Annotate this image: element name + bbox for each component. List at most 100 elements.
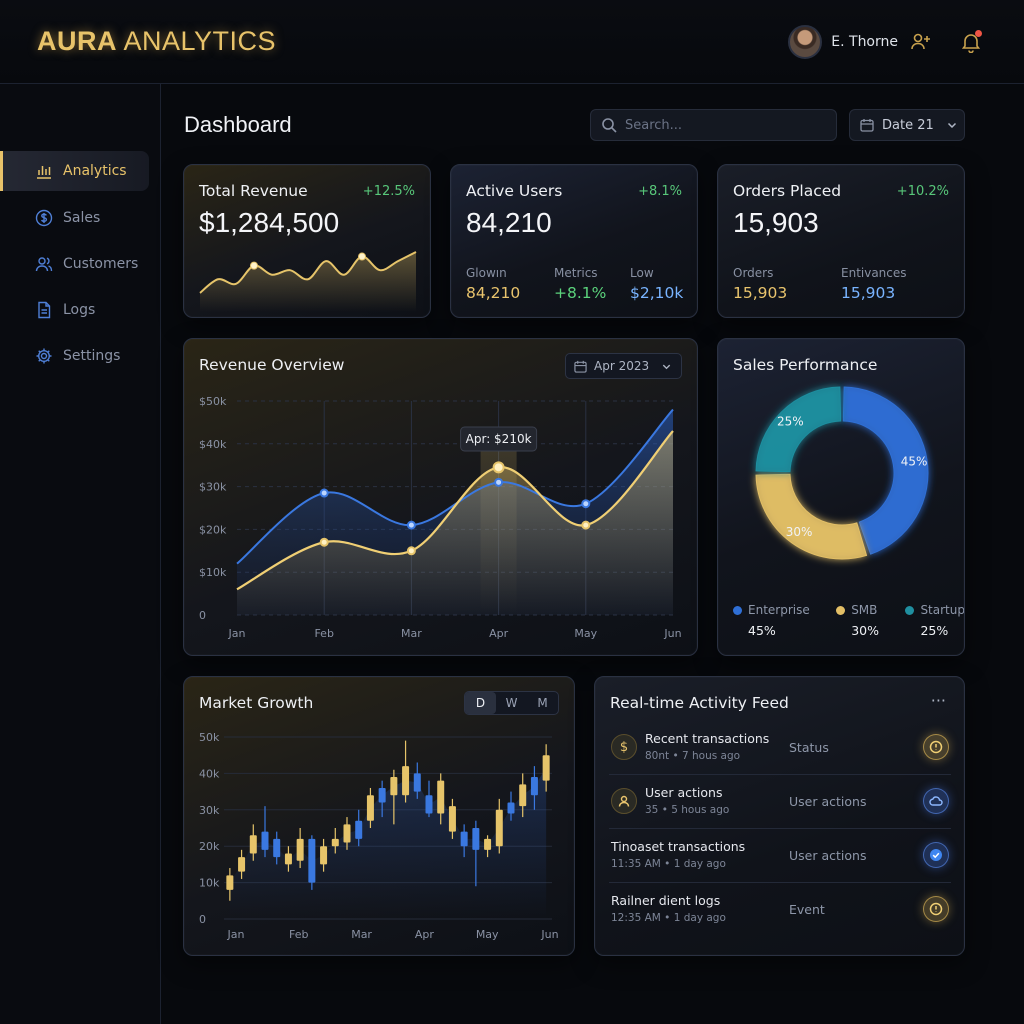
feed-kind: User actions <box>789 848 867 863</box>
y-tick-label: 30k <box>199 804 220 817</box>
y-tick-label: $20k <box>199 523 227 536</box>
x-tick-label: Mar <box>351 928 372 941</box>
kpi-sub-label: Entivances <box>841 266 907 280</box>
feed-title: User actions <box>645 785 723 800</box>
candle-body <box>519 784 527 807</box>
candle-body <box>507 802 515 814</box>
feed-sub: 35 • 5 hous ago <box>645 804 730 816</box>
legend-name: SMB <box>851 603 878 617</box>
y-tick-label: 50k <box>199 731 220 744</box>
info-icon[interactable] <box>923 734 949 760</box>
donut-slice-smb <box>755 473 868 560</box>
user-name[interactable]: E. Thorne <box>831 34 898 50</box>
candle-body <box>284 853 292 865</box>
y-tick-label: 40k <box>199 767 220 780</box>
sidebar-item-settings[interactable]: Settings <box>0 336 149 376</box>
candle-body <box>378 787 386 803</box>
donut-slice-startup <box>755 386 842 473</box>
kpi-sub-label: Orders <box>733 266 774 280</box>
feed-title: Tinoaset transactions <box>611 839 746 854</box>
kpi-active-users[interactable]: Active Users +8.1% 84,210 Glowın 84,210 … <box>450 164 698 318</box>
candle-body <box>425 795 433 814</box>
feed-item[interactable]: Tinoaset transactions 11:35 AM • 1 day a… <box>609 829 951 883</box>
y-tick-label: $10k <box>199 566 227 579</box>
y-tick-label: $50k <box>199 395 227 408</box>
kpi-sub-value: 15,903 <box>733 284 788 302</box>
kpi-orders-placed[interactable]: Orders Placed +10.2% 15,903 Orders 15,90… <box>717 164 965 318</box>
candle-body <box>261 831 269 850</box>
x-tick-label: Apr <box>415 928 435 941</box>
sidebar-item-logs[interactable]: Logs <box>0 290 149 330</box>
data-point <box>581 499 591 509</box>
legend-dot <box>733 606 742 615</box>
revenue-line-chart[interactable]: 0 $10k $20k $30k $40k $50k Jan Feb Mar Apr May Jun A… <box>184 339 698 656</box>
users-icon <box>34 254 54 274</box>
feed-item[interactable]: Railner dient logs 12:35 AM • 1 day ago … <box>609 883 951 937</box>
feed-item[interactable]: $ Recent transactions 80nt • 7 hous ago … <box>609 721 951 775</box>
kpi-value: 84,210 <box>466 207 552 238</box>
kpi-value: $1,284,500 <box>199 207 340 238</box>
kpi-title: Orders Placed <box>733 182 842 200</box>
kpi-total-revenue[interactable]: Total Revenue +12.5% $1,284,500 <box>183 164 431 318</box>
avatar[interactable] <box>788 25 823 59</box>
x-tick-label: Feb <box>314 627 333 640</box>
x-tick-label: Jun <box>663 627 681 640</box>
sidebar-item-customers[interactable]: Customers <box>0 244 149 284</box>
sidebar-item-label: Settings <box>63 348 121 364</box>
donut-legend: Enterprise 45% SMB 30% Startup 25% <box>733 603 964 638</box>
kpi-sub-label: Glowın <box>466 266 507 280</box>
feed-kind: Status <box>789 740 829 755</box>
sparkline-point <box>250 261 258 270</box>
candle-body <box>331 838 339 847</box>
notifications-button[interactable] <box>958 29 984 55</box>
kpi-delta: +8.1% <box>638 184 682 199</box>
candle-body <box>343 824 351 843</box>
x-tick-label: Mar <box>401 627 422 640</box>
y-tick-label: 20k <box>199 840 220 853</box>
page-title: Dashboard <box>184 112 292 137</box>
sidebar-item-sales[interactable]: Sales <box>0 198 149 238</box>
sparkline-area <box>200 252 416 312</box>
check-icon[interactable] <box>923 842 949 868</box>
candle-body <box>249 835 257 854</box>
x-tick-label: May <box>574 627 597 640</box>
sidebar-item-analytics[interactable]: Analytics <box>0 151 149 191</box>
info-icon[interactable] <box>923 896 949 922</box>
candle-body <box>402 766 410 796</box>
brand-logo[interactable]: AURA ANALYTICS <box>37 26 276 57</box>
candle-body <box>296 838 304 861</box>
market-candlestick-chart[interactable]: 0 10k 20k 30k 40k 50k Jan Feb Mar Apr May Jun <box>184 677 575 956</box>
revenue-sparkline <box>199 251 417 312</box>
candle-body <box>472 828 480 850</box>
legend-item-smb: SMB 30% <box>836 603 879 638</box>
sidebar-item-label: Customers <box>63 256 139 272</box>
sidebar-item-label: Analytics <box>63 163 127 179</box>
feed-kind: User actions <box>789 794 867 809</box>
cloud-icon[interactable] <box>923 788 949 814</box>
add-user-button[interactable] <box>908 29 934 55</box>
bar-chart-icon <box>34 161 54 181</box>
data-point <box>319 488 329 498</box>
more-options-button[interactable]: ··· <box>931 691 946 710</box>
gear-icon <box>34 346 54 366</box>
candle-body <box>413 773 421 792</box>
search-box[interactable] <box>590 109 837 141</box>
brand-light: ANALYTICS <box>117 26 277 56</box>
sales-performance-card: Sales Performance 45% 30% 25% Enterprise 4… <box>717 338 965 656</box>
y-tick-label: $40k <box>199 438 227 451</box>
kpi-sub-value: +8.1% <box>554 284 607 302</box>
y-tick-label: 0 <box>199 609 206 622</box>
search-input[interactable] <box>625 117 825 133</box>
feed-item[interactable]: User actions 35 • 5 hous ago User action… <box>609 775 951 829</box>
user-icon <box>611 788 637 814</box>
sales-donut-chart[interactable]: 45% 30% 25% <box>718 369 965 619</box>
legend-item-startup: Startup 25% <box>905 603 964 638</box>
sparkline-point <box>358 252 366 261</box>
y-tick-label: $30k <box>199 481 227 494</box>
date-picker-button[interactable]: Date 21 <box>849 109 965 141</box>
feed-kind: Event <box>789 902 825 917</box>
notification-dot <box>975 30 982 37</box>
tooltip-text: Apr: $210k <box>466 432 532 446</box>
document-icon <box>34 300 54 320</box>
kpi-title: Active Users <box>466 182 563 200</box>
